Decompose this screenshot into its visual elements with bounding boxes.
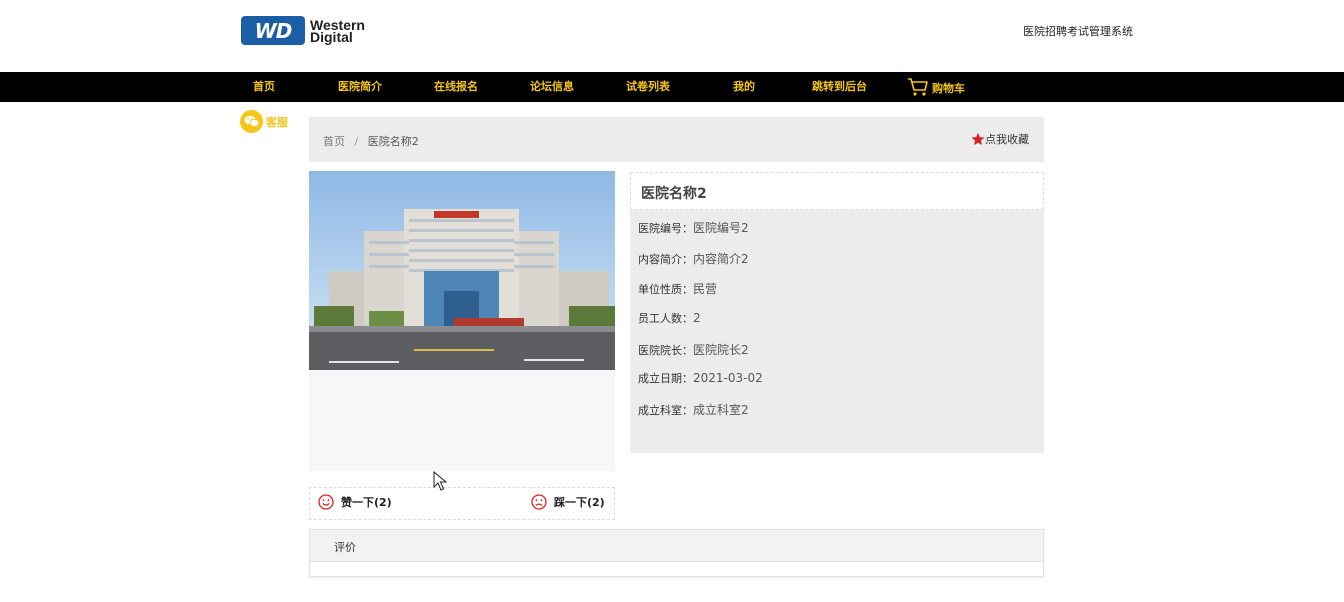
dislike-label: 踩一下(2)	[554, 496, 605, 509]
smile-icon	[318, 494, 334, 510]
tab-review[interactable]: 评价	[334, 539, 356, 555]
service-label: 客服	[266, 115, 288, 129]
vote-panel: 赞一下(2) 踩一下(2)	[309, 487, 615, 520]
favorite-button[interactable]: 点我收藏	[971, 131, 1029, 147]
review-panel: 评价	[309, 529, 1044, 577]
hospital-photo	[309, 171, 615, 370]
mouse-cursor-icon	[433, 471, 447, 491]
field-director: 医院院长：医院院长2	[638, 341, 749, 358]
field-label: 医院编号：	[638, 222, 693, 235]
breadcrumb: 首页 / 医院名称2	[323, 133, 419, 149]
field-label: 员工人数：	[638, 312, 693, 325]
breadcrumb-separator: /	[354, 135, 359, 148]
detail-fields: 医院编号：医院编号2 内容简介：内容简介2 单位性质：民营 员工人数：2 医院院…	[630, 210, 1044, 453]
cart-icon	[908, 78, 928, 96]
field-ownership: 单位性质：民营	[638, 280, 717, 297]
dislike-button[interactable]: 踩一下(2)	[531, 494, 605, 510]
main-nav: 首页 医院简介 在线报名 论坛信息 试卷列表 我的 跳转到后台 购物车	[0, 72, 1344, 102]
detail-title-box: 医院名称2	[630, 172, 1044, 210]
logo-mark: WD	[241, 16, 305, 45]
field-label: 医院院长：	[638, 344, 693, 357]
nav-item-home[interactable]: 首页	[253, 72, 275, 102]
field-value: 2021-03-02	[693, 371, 763, 385]
logo-text: Western Digital	[310, 18, 365, 44]
field-label: 单位性质：	[638, 283, 693, 296]
like-label: 赞一下(2)	[341, 496, 392, 509]
field-value: 民营	[693, 282, 718, 296]
field-value: 成立科室2	[693, 403, 749, 417]
logo[interactable]: WD Western Digital	[241, 16, 365, 45]
nav-item-online-register[interactable]: 在线报名	[434, 72, 478, 102]
field-label: 成立科室：	[638, 404, 693, 417]
favorite-label: 点我收藏	[985, 133, 1029, 146]
breadcrumb-bar: 首页 / 医院名称2 点我收藏	[309, 117, 1044, 162]
header: WD Western Digital 医院招聘考试管理系统	[0, 0, 1344, 72]
field-value: 内容简介2	[693, 252, 749, 266]
star-icon	[971, 132, 985, 146]
field-staff-count: 员工人数：2	[638, 310, 701, 326]
nav-item-forum[interactable]: 论坛信息	[530, 72, 574, 102]
cart-label: 购物车	[932, 82, 965, 95]
nav-item-admin[interactable]: 跳转到后台	[812, 72, 867, 102]
wechat-icon	[240, 110, 263, 133]
field-value: 医院编号2	[693, 221, 749, 235]
nav-item-hospital-intro[interactable]: 医院简介	[338, 72, 382, 102]
field-value: 医院院长2	[693, 343, 749, 357]
breadcrumb-home[interactable]: 首页	[323, 135, 345, 148]
frown-icon	[531, 494, 547, 510]
field-value: 2	[693, 311, 701, 325]
like-button[interactable]: 赞一下(2)	[318, 494, 392, 510]
photo-panel	[309, 171, 615, 471]
field-label: 内容简介：	[638, 253, 693, 266]
field-hospital-id: 医院编号：医院编号2	[638, 219, 749, 236]
nav-item-mine[interactable]: 我的	[733, 72, 755, 102]
review-header: 评价	[310, 530, 1043, 562]
customer-service[interactable]: 客服	[240, 110, 288, 133]
breadcrumb-current: 医院名称2	[367, 135, 419, 148]
site-title: 医院招聘考试管理系统	[1023, 25, 1133, 38]
field-summary: 内容简介：内容简介2	[638, 250, 749, 267]
field-founded-date: 成立日期：2021-03-02	[638, 370, 763, 386]
nav-item-exam-list[interactable]: 试卷列表	[626, 72, 670, 102]
detail-title: 医院名称2	[641, 186, 707, 202]
field-departments: 成立科室：成立科室2	[638, 401, 749, 418]
field-label: 成立日期：	[638, 372, 693, 385]
nav-item-cart[interactable]: 购物车	[907, 72, 965, 102]
